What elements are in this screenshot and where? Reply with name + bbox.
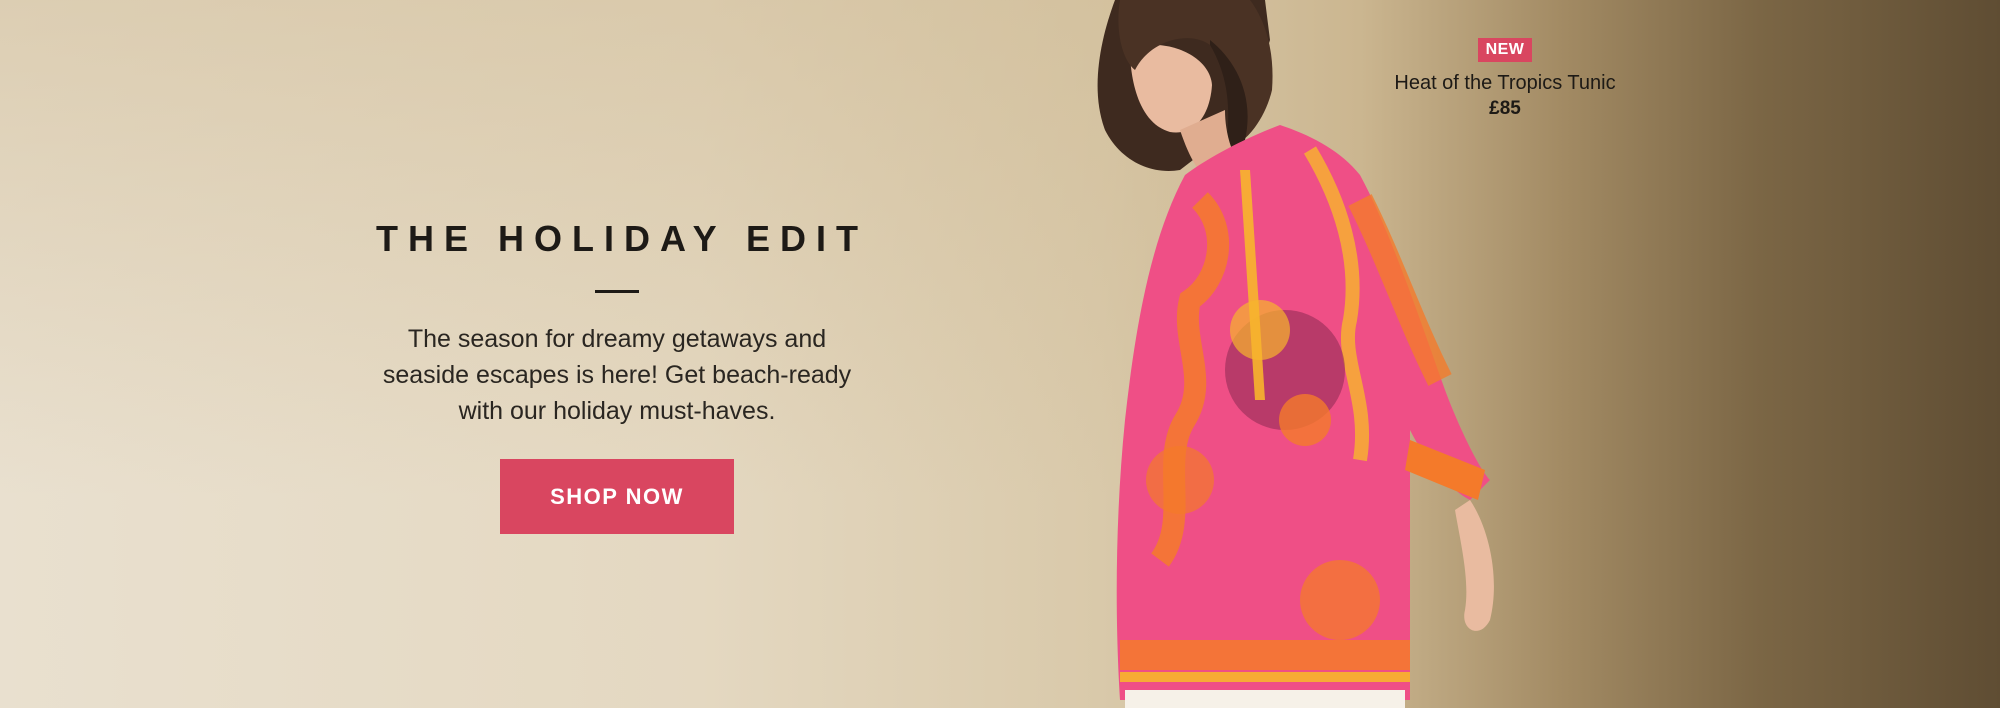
product-name[interactable]: Heat of the Tropics Tunic bbox=[1360, 72, 1650, 95]
promo-title: THE HOLIDAY EDIT bbox=[375, 218, 869, 259]
product-hotspot[interactable]: NEW Heat of the Tropics Tunic £85 bbox=[1360, 38, 1650, 120]
title-divider bbox=[595, 290, 639, 293]
new-badge: NEW bbox=[1477, 38, 1533, 62]
shop-now-button[interactable]: SHOP NOW bbox=[500, 459, 734, 534]
hero-banner[interactable]: THE HOLIDAY EDIT The season for dreamy g… bbox=[0, 0, 2000, 708]
promo-block: THE HOLIDAY EDIT The season for dreamy g… bbox=[362, 218, 872, 534]
promo-description: The season for dreamy getaways and seasi… bbox=[382, 325, 852, 425]
product-price: £85 bbox=[1489, 98, 1521, 119]
